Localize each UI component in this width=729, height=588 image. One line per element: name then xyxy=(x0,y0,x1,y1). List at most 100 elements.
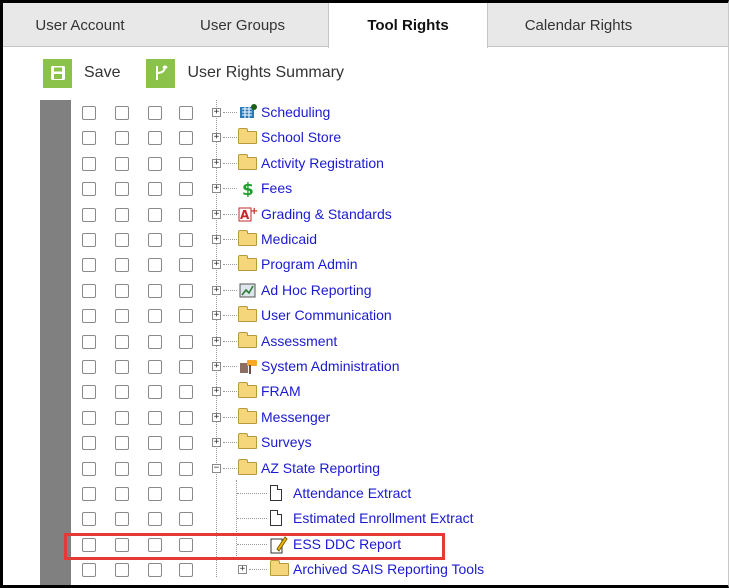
right-checkbox-w[interactable] xyxy=(115,208,129,222)
right-checkbox-r[interactable] xyxy=(82,385,96,399)
right-checkbox-a[interactable] xyxy=(148,411,162,425)
right-checkbox-w[interactable] xyxy=(115,131,129,145)
right-checkbox-w[interactable] xyxy=(115,106,129,120)
tab-user-account[interactable]: User Account xyxy=(3,3,157,47)
right-checkbox-w[interactable] xyxy=(115,284,129,298)
expand-toggle[interactable]: + xyxy=(212,362,221,371)
tree-item-label[interactable]: Assessment xyxy=(261,333,337,349)
right-checkbox-r[interactable] xyxy=(82,436,96,450)
tree-item-label[interactable]: Program Admin xyxy=(261,256,357,272)
tab-tool-rights[interactable]: Tool Rights xyxy=(328,3,488,48)
right-checkbox-d[interactable] xyxy=(179,157,193,171)
tree-item-label[interactable]: Attendance Extract xyxy=(293,485,411,501)
expand-toggle[interactable]: + xyxy=(212,387,221,396)
right-checkbox-w[interactable] xyxy=(115,563,129,577)
tree-item-label[interactable]: Medicaid xyxy=(261,231,317,247)
right-checkbox-a[interactable] xyxy=(148,462,162,476)
right-checkbox-w[interactable] xyxy=(115,335,129,349)
right-checkbox-a[interactable] xyxy=(148,335,162,349)
right-checkbox-a[interactable] xyxy=(148,563,162,577)
user-rights-summary-button[interactable]: User Rights Summary xyxy=(146,57,344,89)
tree-item-label[interactable]: FRAM xyxy=(261,383,301,399)
right-checkbox-r[interactable] xyxy=(82,462,96,476)
tree-item-label[interactable]: Scheduling xyxy=(261,104,330,120)
expand-toggle[interactable]: + xyxy=(212,184,221,193)
tree-item-label[interactable]: Surveys xyxy=(261,434,312,450)
save-button[interactable]: Save xyxy=(43,57,120,89)
expand-toggle[interactable]: + xyxy=(212,108,221,117)
right-checkbox-d[interactable] xyxy=(179,512,193,526)
expand-toggle[interactable]: + xyxy=(212,260,221,269)
right-checkbox-r[interactable] xyxy=(82,284,96,298)
right-checkbox-w[interactable] xyxy=(115,411,129,425)
right-checkbox-r[interactable] xyxy=(82,309,96,323)
tree-item-label[interactable]: Fees xyxy=(261,180,292,196)
right-checkbox-a[interactable] xyxy=(148,487,162,501)
expand-toggle[interactable]: + xyxy=(212,337,221,346)
right-checkbox-a[interactable] xyxy=(148,309,162,323)
tree-item-label[interactable]: Ad Hoc Reporting xyxy=(261,282,372,298)
right-checkbox-r[interactable] xyxy=(82,131,96,145)
tree-item-label[interactable]: Messenger xyxy=(261,409,330,425)
right-checkbox-r[interactable] xyxy=(82,208,96,222)
right-checkbox-d[interactable] xyxy=(179,309,193,323)
right-checkbox-w[interactable] xyxy=(115,360,129,374)
right-checkbox-a[interactable] xyxy=(148,106,162,120)
right-checkbox-d[interactable] xyxy=(179,208,193,222)
right-checkbox-w[interactable] xyxy=(115,233,129,247)
right-checkbox-r[interactable] xyxy=(82,106,96,120)
right-checkbox-d[interactable] xyxy=(179,335,193,349)
right-checkbox-r[interactable] xyxy=(82,538,96,552)
expand-toggle[interactable]: + xyxy=(238,565,247,574)
right-checkbox-d[interactable] xyxy=(179,462,193,476)
right-checkbox-r[interactable] xyxy=(82,182,96,196)
tree-item-label[interactable]: Estimated Enrollment Extract xyxy=(293,510,474,526)
right-checkbox-w[interactable] xyxy=(115,462,129,476)
expand-toggle[interactable]: + xyxy=(212,311,221,320)
right-checkbox-r[interactable] xyxy=(82,233,96,247)
right-checkbox-a[interactable] xyxy=(148,131,162,145)
tree-item-label[interactable]: Archived SAIS Reporting Tools xyxy=(293,561,484,577)
expand-toggle[interactable]: + xyxy=(212,413,221,422)
right-checkbox-d[interactable] xyxy=(179,487,193,501)
tree-item-label[interactable]: ESS DDC Report xyxy=(293,536,401,552)
right-checkbox-a[interactable] xyxy=(148,360,162,374)
tree-item-label[interactable]: User Communication xyxy=(261,307,392,323)
right-checkbox-d[interactable] xyxy=(179,106,193,120)
right-checkbox-w[interactable] xyxy=(115,487,129,501)
expand-toggle[interactable]: − xyxy=(212,464,221,473)
right-checkbox-w[interactable] xyxy=(115,538,129,552)
right-checkbox-a[interactable] xyxy=(148,385,162,399)
right-checkbox-w[interactable] xyxy=(115,436,129,450)
right-checkbox-a[interactable] xyxy=(148,208,162,222)
right-checkbox-d[interactable] xyxy=(179,385,193,399)
expand-toggle[interactable]: + xyxy=(212,159,221,168)
right-checkbox-a[interactable] xyxy=(148,157,162,171)
right-checkbox-r[interactable] xyxy=(82,487,96,501)
right-checkbox-a[interactable] xyxy=(148,182,162,196)
right-checkbox-w[interactable] xyxy=(115,512,129,526)
right-checkbox-r[interactable] xyxy=(82,512,96,526)
tree-item-label[interactable]: System Administration xyxy=(261,358,400,374)
expand-toggle[interactable]: + xyxy=(212,286,221,295)
right-checkbox-d[interactable] xyxy=(179,182,193,196)
right-checkbox-d[interactable] xyxy=(179,563,193,577)
right-checkbox-r[interactable] xyxy=(82,258,96,272)
right-checkbox-d[interactable] xyxy=(179,131,193,145)
tree-item-label[interactable]: Grading & Standards xyxy=(261,206,392,222)
tab-user-groups[interactable]: User Groups xyxy=(157,3,328,47)
tree-item-label[interactable]: Activity Registration xyxy=(261,155,384,171)
right-checkbox-d[interactable] xyxy=(179,360,193,374)
right-checkbox-w[interactable] xyxy=(115,157,129,171)
right-checkbox-a[interactable] xyxy=(148,258,162,272)
expand-toggle[interactable]: + xyxy=(212,133,221,142)
right-checkbox-r[interactable] xyxy=(82,563,96,577)
expand-toggle[interactable]: + xyxy=(212,210,221,219)
right-checkbox-d[interactable] xyxy=(179,233,193,247)
expand-toggle[interactable]: + xyxy=(212,235,221,244)
right-checkbox-d[interactable] xyxy=(179,436,193,450)
right-checkbox-a[interactable] xyxy=(148,538,162,552)
right-checkbox-d[interactable] xyxy=(179,411,193,425)
right-checkbox-r[interactable] xyxy=(82,411,96,425)
right-checkbox-a[interactable] xyxy=(148,512,162,526)
